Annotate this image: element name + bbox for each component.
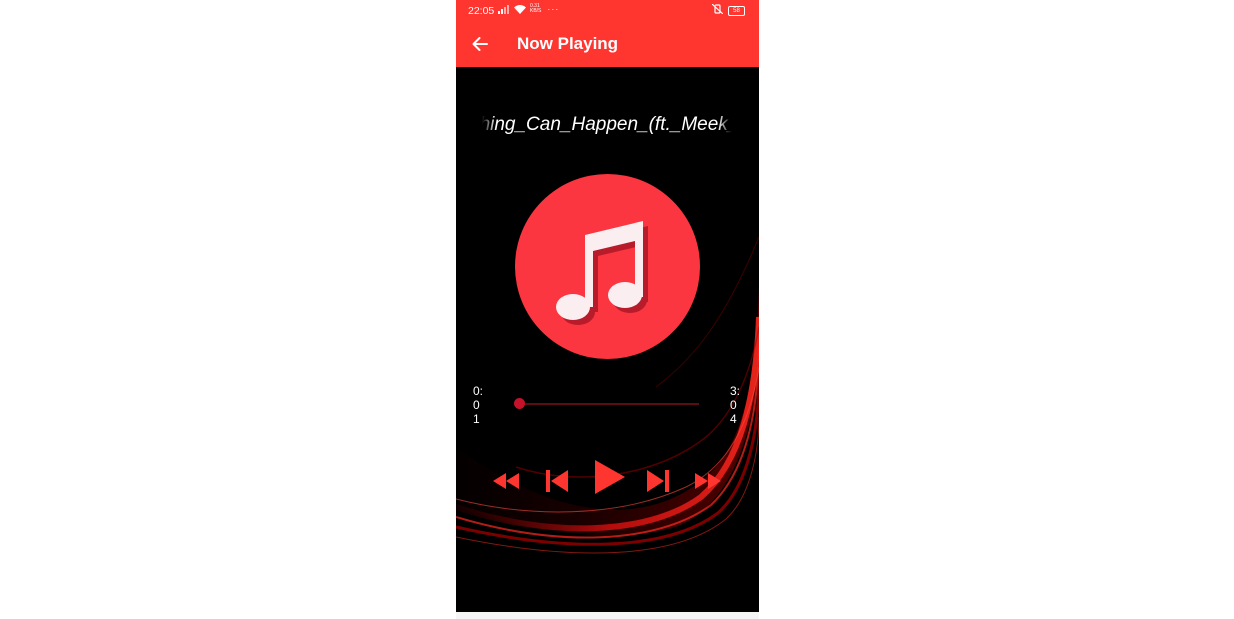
- back-button[interactable]: [468, 32, 492, 56]
- song-title: Nothing_Can_Happen_(ft._Meek_Mill): [482, 114, 732, 138]
- more-notifications-icon: ···: [547, 4, 560, 14]
- network-speed-unit: KB/S: [530, 8, 542, 14]
- current-time: 0:01: [473, 384, 484, 426]
- arrow-left-icon: [472, 37, 488, 51]
- previous-button[interactable]: [544, 467, 570, 495]
- play-button[interactable]: [592, 457, 628, 497]
- page-title: Now Playing: [517, 34, 619, 53]
- signal-icon: [498, 4, 510, 14]
- fast-forward-icon: [695, 473, 721, 489]
- rewind-icon: [493, 473, 519, 489]
- song-title-text: Nothing_Can_Happen_(ft._Meek_Mill): [482, 114, 732, 135]
- status-bar: 22:05 0.31 KB/S ··· 58: [456, 0, 759, 22]
- fast-forward-button[interactable]: [693, 469, 723, 493]
- skip-next-icon: [647, 470, 669, 492]
- navigation-bar-strip: [456, 612, 759, 619]
- wifi-icon: [514, 4, 526, 14]
- network-speed: 0.31 KB/S: [530, 4, 541, 14]
- next-button[interactable]: [645, 467, 671, 495]
- rewind-button[interactable]: [491, 469, 521, 493]
- app-bar: 22:05 0.31 KB/S ··· 58 Now Playing: [456, 0, 759, 67]
- album-art: [515, 174, 700, 359]
- vibrate-off-icon: [711, 3, 724, 17]
- now-playing-screen: 22:05 0.31 KB/S ··· 58 Now Playing ing_C…: [456, 0, 759, 612]
- battery-icon: 58: [728, 5, 745, 16]
- seek-track: [517, 403, 699, 405]
- seek-bar[interactable]: [513, 396, 699, 412]
- skip-previous-icon: [546, 470, 568, 492]
- music-note-icon: [555, 220, 648, 325]
- play-icon: [595, 460, 625, 494]
- playback-controls: [456, 455, 759, 505]
- status-time: 22:05: [468, 5, 495, 17]
- seek-thumb[interactable]: [513, 398, 525, 409]
- total-time: 3:04: [730, 384, 741, 426]
